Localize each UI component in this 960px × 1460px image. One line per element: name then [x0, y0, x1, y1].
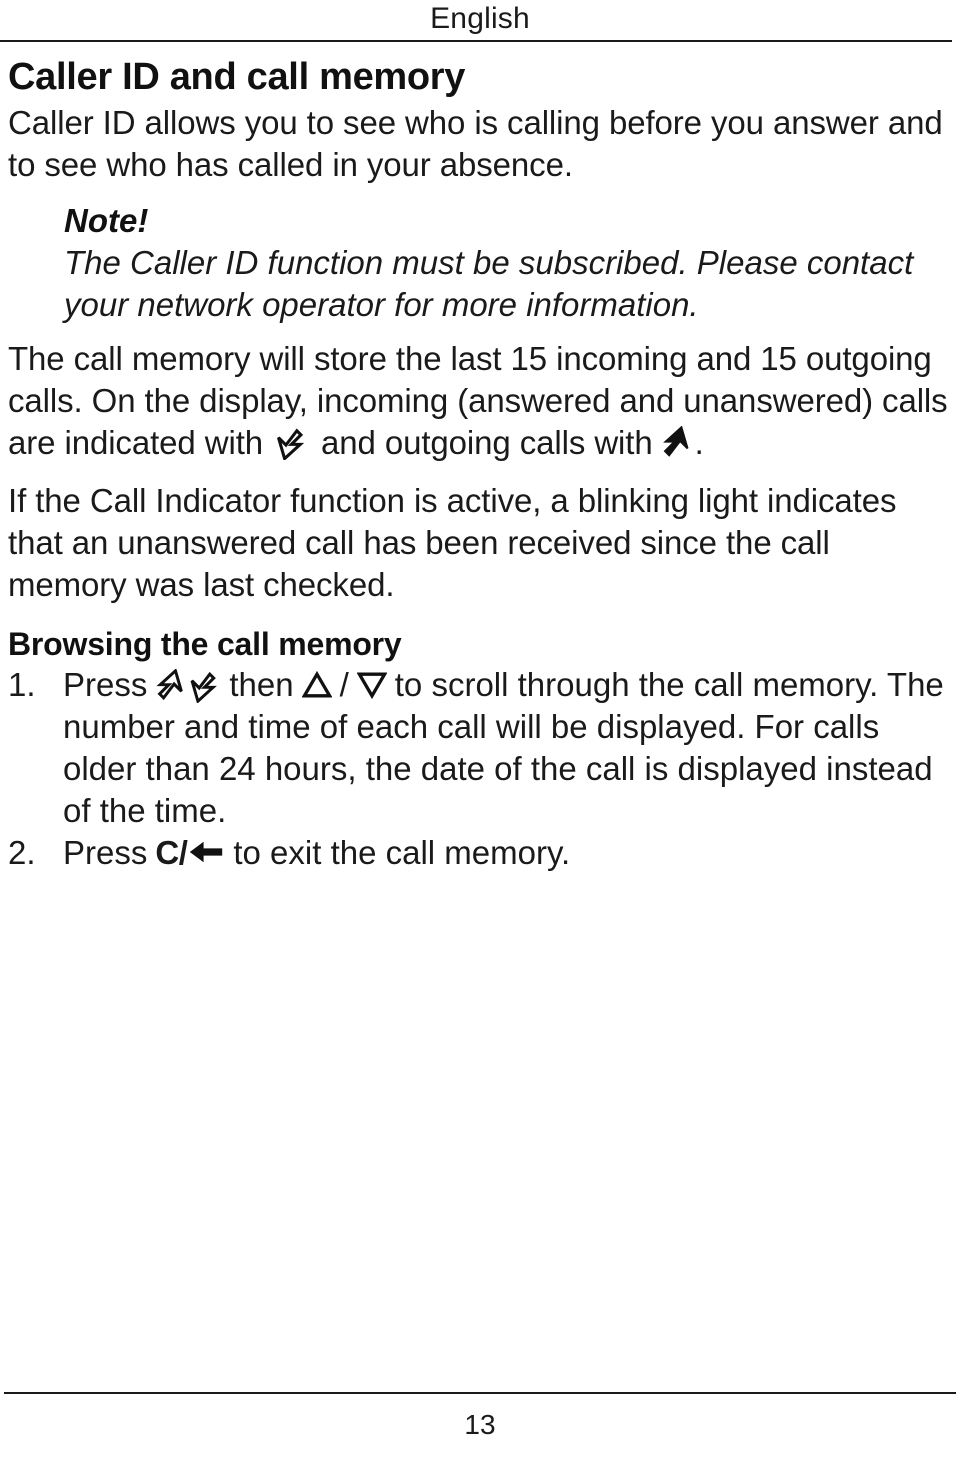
page-content: Caller ID and call memory Caller ID allo… — [0, 54, 960, 874]
step-number: 1. — [8, 666, 36, 703]
step-text-part3: to exit the call memory. — [233, 834, 571, 871]
left-arrow-icon — [187, 835, 225, 865]
note-label: Note! — [64, 202, 149, 239]
note-text: The Caller ID function must be subscribe… — [64, 244, 914, 323]
step-number: 2. — [8, 834, 36, 871]
step-separator: / — [339, 666, 349, 703]
step-text-part2: then — [229, 666, 294, 703]
page-footer: 13 — [0, 1392, 960, 1460]
call-list-arrows-icon — [155, 668, 221, 704]
list-item: 2. Press C/to exit the call memory. — [8, 832, 952, 874]
triangle-down-icon — [356, 668, 388, 700]
page-number: 13 — [464, 1409, 496, 1440]
intro-paragraph: Caller ID allows you to see who is calli… — [8, 104, 943, 183]
page-language-header: English — [430, 2, 530, 35]
clear-key-label: C/ — [155, 834, 188, 871]
outgoing-call-arrow-icon — [661, 425, 695, 460]
steps-list: 1. Press then / to scroll through the call m… — [8, 664, 952, 874]
call-indicator-paragraph: If the Call Indicator function is active… — [8, 482, 897, 603]
note-block: Note! The Caller ID function must be sub… — [8, 200, 952, 326]
list-item: 1. Press then / to scroll through the call m… — [8, 664, 952, 832]
section-title-browsing: Browsing the call memory — [8, 626, 402, 662]
document-page: English Caller ID and call memory Caller… — [0, 0, 960, 1460]
triangle-up-icon — [301, 668, 333, 698]
incoming-call-arrow-icon — [271, 426, 305, 462]
call-memory-paragraph: The call memory will store the last 15 i… — [8, 338, 952, 464]
step-text-part1: Press — [63, 834, 148, 871]
page-title: Caller ID and call memory — [8, 56, 466, 98]
call-memory-text-part2: and outgoing calls with — [321, 424, 653, 461]
call-memory-text-part3: . — [694, 424, 704, 461]
header-divider — [0, 40, 952, 42]
step-text-part1: Press — [63, 666, 148, 703]
